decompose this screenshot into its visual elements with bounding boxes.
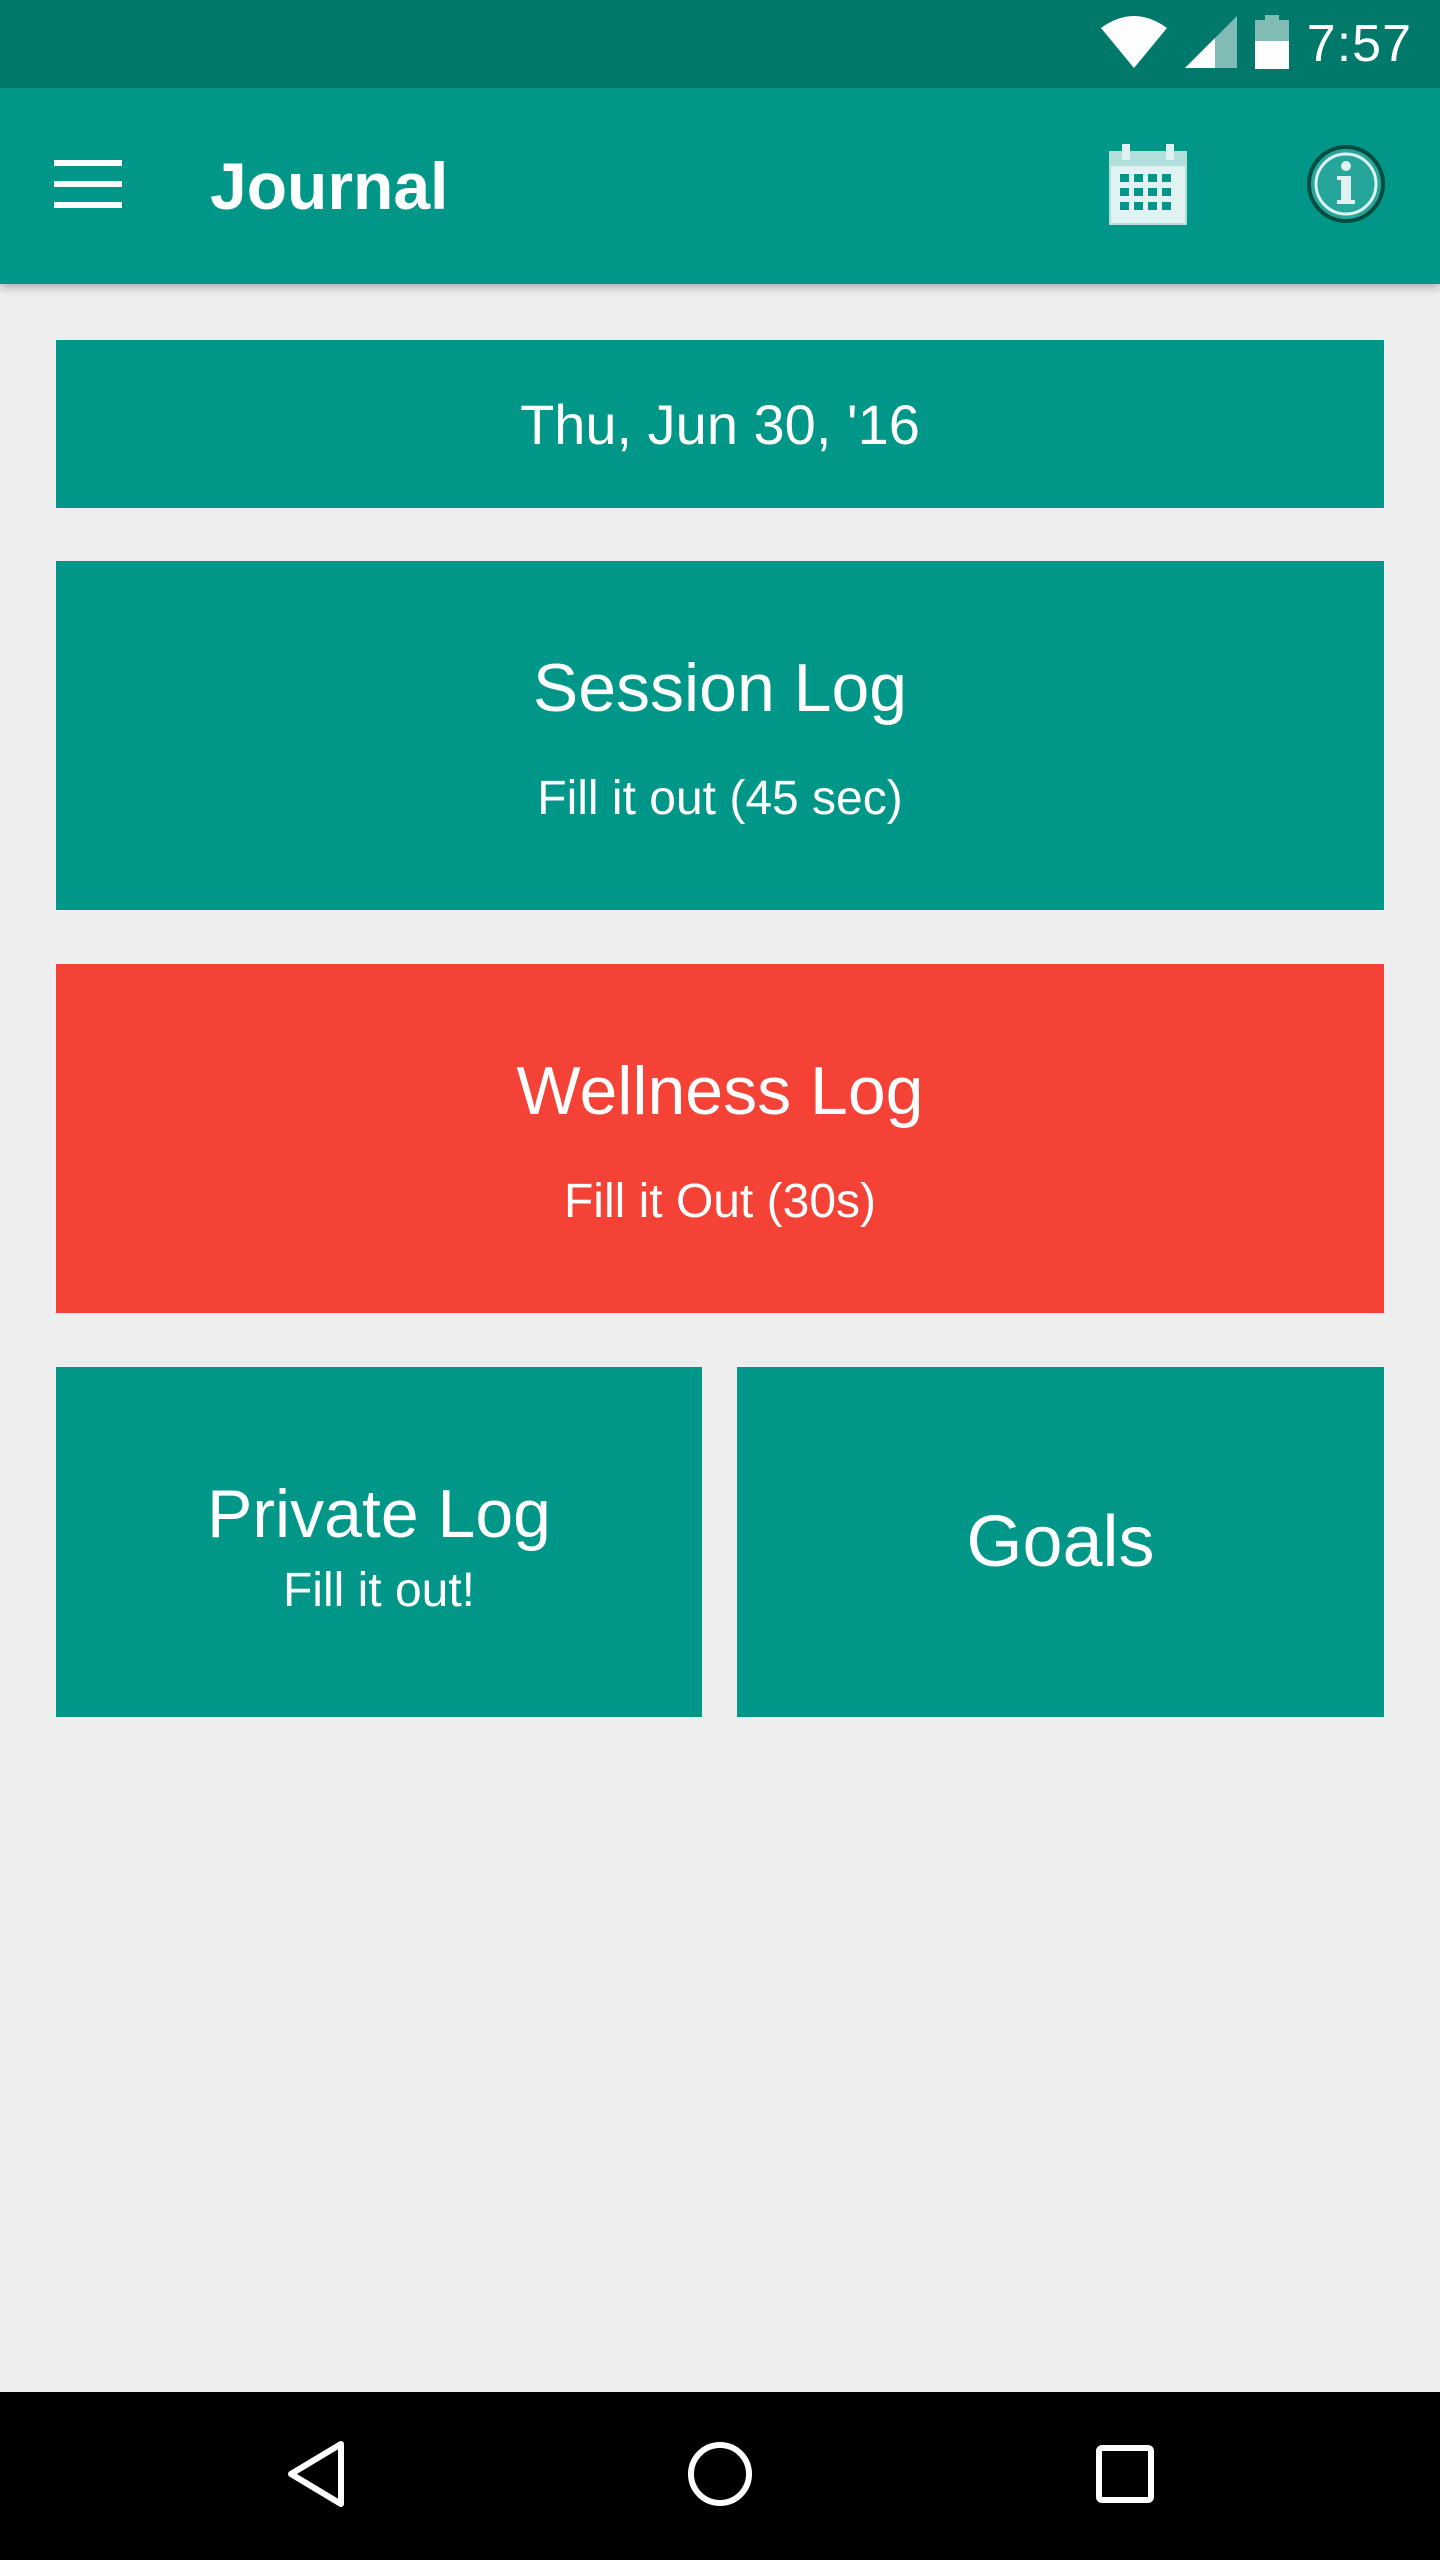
status-icons: 7:57 [1100,0,1412,88]
session-log-card[interactable]: Session Log Fill it out (45 sec) [56,561,1384,910]
status-bar: 7:57 [0,0,1440,88]
wellness-log-title: Wellness Log [516,1053,924,1129]
session-log-subtitle: Fill it out (45 sec) [537,772,903,825]
screen: 7:57 Journal Thu, Jun 30, '16 Session Lo… [0,0,1440,2560]
recents-button[interactable] [1075,2426,1175,2526]
signal-icon [1184,15,1237,73]
info-icon [1306,144,1386,229]
calendar-button[interactable] [1100,136,1196,236]
recents-icon [1095,2444,1155,2509]
private-log-card[interactable]: Private Log Fill it out! [56,1367,702,1717]
menu-button[interactable] [46,144,130,228]
home-button[interactable] [670,2426,770,2526]
date-button[interactable]: Thu, Jun 30, '16 [56,340,1384,508]
goals-title: Goals [966,1502,1155,1582]
private-log-title: Private Log [207,1476,551,1552]
menu-icon [54,158,122,215]
wellness-log-subtitle: Fill it Out (30s) [563,1175,877,1228]
app-bar: Journal [0,88,1440,284]
goals-card[interactable]: Goals [737,1367,1384,1717]
private-log-subtitle: Fill it out! [282,1564,476,1617]
back-icon [283,2438,347,2515]
info-button[interactable] [1296,136,1396,236]
wifi-icon [1100,15,1167,73]
home-icon [687,2441,753,2512]
calendar-icon [1108,142,1188,231]
navigation-bar [0,2392,1440,2560]
battery-icon [1254,14,1289,74]
page-title: Journal [210,149,449,223]
back-button[interactable] [265,2426,365,2526]
status-time: 7:57 [1306,15,1412,73]
wellness-log-card[interactable]: Wellness Log Fill it Out (30s) [56,964,1384,1313]
date-label: Thu, Jun 30, '16 [520,392,920,456]
session-log-title: Session Log [532,650,908,726]
